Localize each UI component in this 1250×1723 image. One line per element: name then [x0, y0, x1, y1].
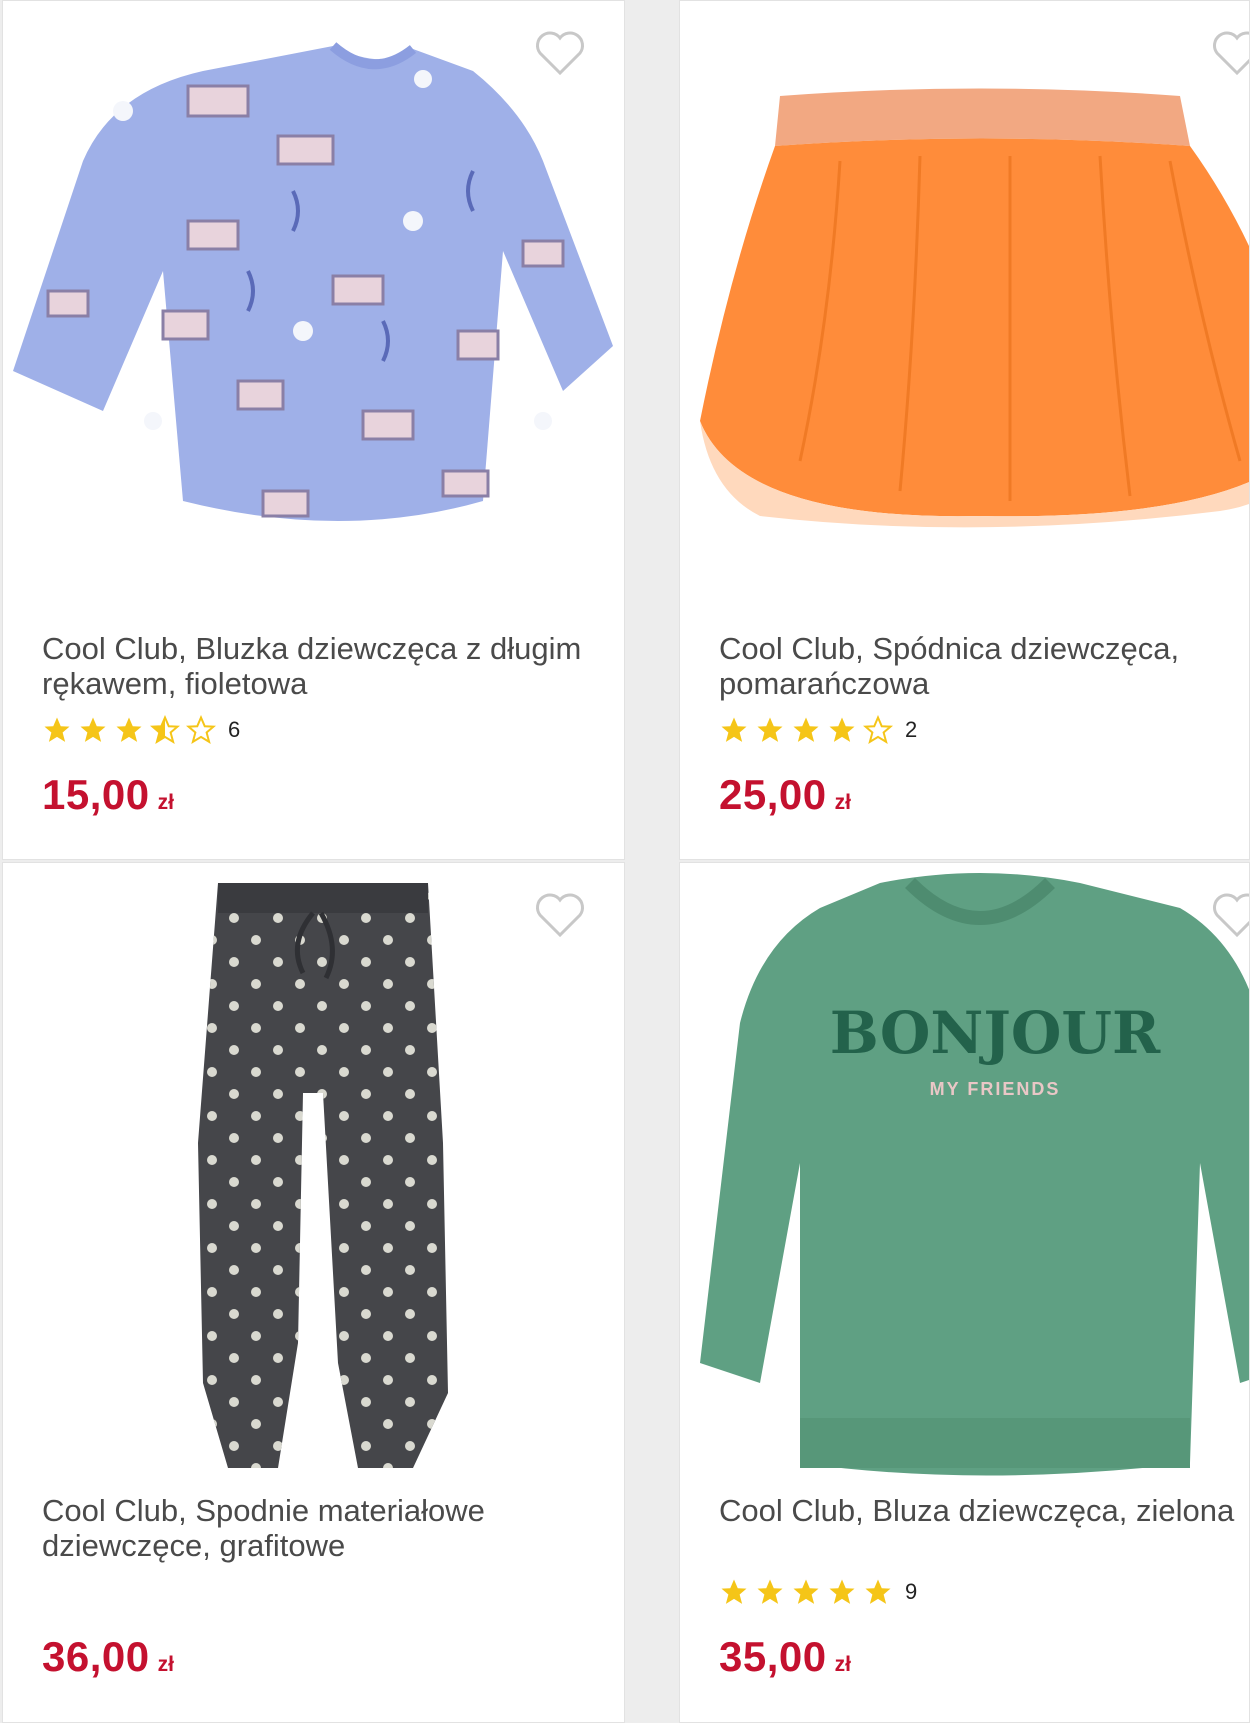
product-card[interactable]: BONJOUR MY FRIENDS Cool Club, Bluza dzie…	[679, 862, 1250, 1723]
print-subtext: MY FRIENDS	[930, 1079, 1061, 1099]
star-full-icon	[116, 717, 142, 742]
star-full-icon	[44, 717, 70, 742]
star-full-icon	[721, 1579, 747, 1604]
product-title[interactable]: Cool Club, Spódnica dziewczęca, pomarańc…	[719, 631, 1249, 701]
price-amount: 25,00	[719, 771, 827, 818]
product-price: 25,00 zł	[719, 771, 851, 819]
product-price: 36,00 zł	[42, 1633, 174, 1681]
print-text: BONJOUR	[830, 999, 1161, 1067]
product-image[interactable]	[3, 1, 624, 561]
review-count: 6	[228, 717, 241, 742]
favorite-heart-icon[interactable]	[534, 891, 586, 939]
product-rating: 6	[42, 714, 240, 746]
star-full-icon	[757, 717, 783, 742]
price-amount: 15,00	[42, 771, 150, 818]
star-empty-icon	[863, 715, 893, 745]
star-full-icon	[793, 717, 819, 742]
product-card[interactable]: Cool Club, Bluzka dziewczęca z długim rę…	[2, 0, 625, 860]
favorite-heart-icon[interactable]	[1211, 29, 1249, 77]
product-image[interactable]: BONJOUR MY FRIENDS	[680, 863, 1249, 1483]
product-title[interactable]: Cool Club, Bluzka dziewczęca z długim rę…	[42, 631, 582, 701]
favorite-heart-icon[interactable]	[534, 29, 586, 77]
blouse-image	[13, 42, 613, 521]
skirt-image	[700, 88, 1249, 528]
price-currency: zł	[157, 791, 174, 814]
product-card[interactable]: Cool Club, Spodnie materiałowe dziewczęc…	[2, 862, 625, 1723]
star-full-icon	[829, 717, 855, 742]
product-grid: Cool Club, Bluzka dziewczęca z długim rę…	[0, 0, 1250, 1723]
product-title[interactable]: Cool Club, Bluza dziewczęca, zielona	[719, 1493, 1249, 1528]
star-half-icon	[150, 715, 180, 745]
review-count: 9	[905, 1579, 918, 1604]
product-image[interactable]	[3, 863, 624, 1483]
star-empty-icon	[186, 715, 216, 745]
star-full-icon	[865, 1579, 891, 1604]
star-full-icon	[757, 1579, 783, 1604]
product-rating: 2	[719, 714, 917, 746]
trousers-image	[198, 883, 448, 1468]
star-full-icon	[80, 717, 106, 742]
sweatshirt-image: BONJOUR MY FRIENDS	[700, 873, 1249, 1476]
star-full-icon	[721, 717, 747, 742]
price-currency: zł	[157, 1653, 174, 1676]
favorite-heart-icon[interactable]	[1211, 891, 1249, 939]
review-count: 2	[905, 717, 918, 742]
star-full-icon	[829, 1579, 855, 1604]
product-title[interactable]: Cool Club, Spodnie materiałowe dziewczęc…	[42, 1493, 582, 1563]
price-amount: 35,00	[719, 1633, 827, 1680]
product-price: 35,00 zł	[719, 1633, 851, 1681]
product-card[interactable]: Cool Club, Spódnica dziewczęca, pomarańc…	[679, 0, 1250, 860]
star-full-icon	[793, 1579, 819, 1604]
product-rating: 9	[719, 1576, 917, 1608]
price-amount: 36,00	[42, 1633, 150, 1680]
product-price: 15,00 zł	[42, 771, 174, 819]
product-image[interactable]	[680, 1, 1249, 561]
price-currency: zł	[834, 791, 851, 814]
price-currency: zł	[834, 1653, 851, 1676]
